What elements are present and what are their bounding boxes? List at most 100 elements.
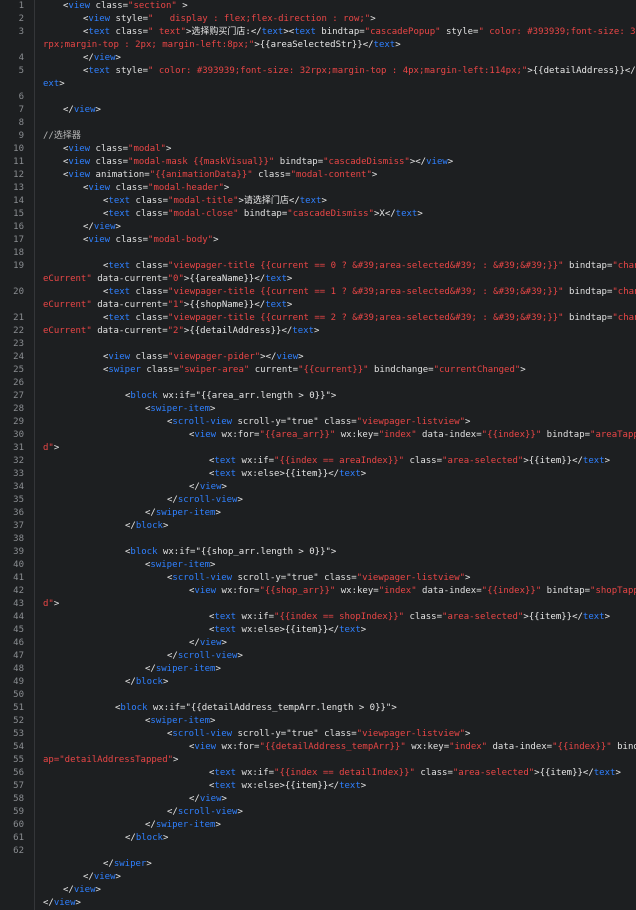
code-line[interactable]: <text style=" color: #393939;font-size: … bbox=[35, 65, 636, 78]
code-line[interactable]: <scroll-view scroll-y="true" class="view… bbox=[35, 572, 636, 585]
code-token: data-index= bbox=[416, 586, 482, 596]
code-line[interactable]: <swiper class="swiper-area" current="{{c… bbox=[35, 364, 636, 377]
code-token: "area-selected" bbox=[442, 456, 524, 466]
code-token: class= bbox=[414, 768, 453, 778]
code-token: "viewpager-pider" bbox=[168, 352, 261, 362]
code-token: >{{item}}</ bbox=[279, 469, 340, 479]
code-line[interactable]: <text wx:else>{{item}}</text> bbox=[35, 624, 636, 637]
code-line[interactable]: </view> bbox=[35, 637, 636, 650]
code-line[interactable]: eCurrent" data-current="0">{{areaName}}<… bbox=[35, 273, 636, 286]
code-line[interactable]: <text wx:if="{{index == shopIndex}}" cla… bbox=[35, 611, 636, 624]
code-line[interactable]: </scroll-view> bbox=[35, 494, 636, 507]
code-line[interactable]: </view> bbox=[35, 884, 636, 897]
code-line[interactable]: <text class="viewpager-title {{current =… bbox=[35, 260, 636, 273]
code-token: text bbox=[108, 287, 131, 297]
code-line[interactable] bbox=[35, 247, 636, 260]
code-line[interactable]: <view class="modal-body"> bbox=[35, 234, 636, 247]
code-line[interactable] bbox=[35, 689, 636, 702]
code-editor[interactable]: 1 2 3 4 5 6 7 8 9 10 11 12 13 14 15 16 17 18 19 20 21 22 23 24 2… bbox=[0, 0, 636, 910]
code-line[interactable]: d"> bbox=[35, 598, 636, 611]
code-line[interactable]: </view> bbox=[35, 871, 636, 884]
code-line[interactable] bbox=[35, 377, 636, 390]
code-token: > bbox=[162, 521, 169, 531]
code-line[interactable]: rpx;margin-top : 2px; margin-left:8px;">… bbox=[35, 39, 636, 52]
code-line[interactable]: </swiper> bbox=[35, 858, 636, 871]
code-line[interactable]: //选择器 bbox=[35, 130, 636, 143]
code-token: wx:if= bbox=[236, 456, 275, 466]
code-line[interactable]: <scroll-view scroll-y="true" class="view… bbox=[35, 728, 636, 741]
code-line[interactable]: <text wx:if="{{index == detailIndex}}" c… bbox=[35, 767, 636, 780]
code-token: current= bbox=[249, 365, 299, 375]
code-line[interactable]: d"> bbox=[35, 442, 636, 455]
code-line[interactable]: <view class="viewpager-pider"></view> bbox=[35, 351, 636, 364]
code-line[interactable]: </scroll-view> bbox=[35, 806, 636, 819]
code-line[interactable]: <text class=" text">选择购买门店:</text><text … bbox=[35, 26, 636, 39]
code-line[interactable]: <text wx:if="{{index == areaIndex}}" cla… bbox=[35, 455, 636, 468]
code-line[interactable]: ext> bbox=[35, 78, 636, 91]
code-line[interactable]: <block wx:if="{{detailAddress_tempArr.le… bbox=[35, 702, 636, 715]
code-line[interactable]: </swiper-item> bbox=[35, 507, 636, 520]
code-line[interactable]: <text class="viewpager-title {{current =… bbox=[35, 312, 636, 325]
code-line[interactable]: <text wx:else>{{item}}</text> bbox=[35, 468, 636, 481]
code-token: block bbox=[135, 521, 163, 531]
code-line[interactable] bbox=[35, 117, 636, 130]
code-line[interactable]: </block> bbox=[35, 520, 636, 533]
code-line[interactable]: </view> bbox=[35, 221, 636, 234]
code-line[interactable] bbox=[35, 338, 636, 351]
code-line[interactable]: <text wx:else>{{item}}</text> bbox=[35, 780, 636, 793]
code-line[interactable]: eCurrent" data-current="2">{{detailAddre… bbox=[35, 325, 636, 338]
code-line[interactable]: <view animation="{{animationData}}" clas… bbox=[35, 169, 636, 182]
code-line[interactable]: <view style=" display : flex;flex-direct… bbox=[35, 13, 636, 26]
code-line[interactable] bbox=[35, 91, 636, 104]
code-line-text: ext> bbox=[43, 78, 65, 91]
code-line[interactable]: </scroll-view> bbox=[35, 650, 636, 663]
code-line[interactable]: </view> bbox=[35, 897, 636, 910]
code-line[interactable]: </view> bbox=[35, 793, 636, 806]
code-line[interactable]: </view> bbox=[35, 104, 636, 117]
code-line[interactable]: <text class="viewpager-title {{current =… bbox=[35, 286, 636, 299]
code-line[interactable]: <view wx:for="{{detailAddress_tempArr}}"… bbox=[35, 741, 636, 754]
code-line[interactable]: <view class="modal"> bbox=[35, 143, 636, 156]
code-token: > bbox=[221, 794, 227, 804]
code-line[interactable]: ap="detailAddressTapped"> bbox=[35, 754, 636, 767]
code-line[interactable]: </view> bbox=[35, 52, 636, 65]
code-line[interactable]: <view wx:for="{{area_arr}}" wx:key="inde… bbox=[35, 429, 636, 442]
line-number: 27 bbox=[13, 391, 24, 401]
code-line[interactable]: <block wx:if="{{area_arr.length > 0}}"> bbox=[35, 390, 636, 403]
code-line[interactable] bbox=[35, 845, 636, 858]
code-token: > bbox=[162, 833, 169, 843]
code-line[interactable]: <view class="section" > bbox=[35, 0, 636, 13]
code-line[interactable]: </swiper-item> bbox=[35, 819, 636, 832]
code-line[interactable]: </swiper-item> bbox=[35, 663, 636, 676]
code-line[interactable]: <view class="modal-mask {{maskVisual}}" … bbox=[35, 156, 636, 169]
code-line[interactable]: <text class="modal-close" bindtap="casca… bbox=[35, 208, 636, 221]
code-token: > bbox=[215, 664, 221, 674]
code-line[interactable]: <swiper-item> bbox=[35, 715, 636, 728]
code-line[interactable]: <view wx:for="{{shop_arr}}" wx:key="inde… bbox=[35, 585, 636, 598]
code-token: </ bbox=[125, 521, 136, 531]
code-line[interactable]: </block> bbox=[35, 832, 636, 845]
code-line-text: </view> bbox=[189, 793, 227, 806]
code-line[interactable]: </view> bbox=[35, 481, 636, 494]
code-line[interactable]: <swiper-item> bbox=[35, 559, 636, 572]
code-line[interactable]: eCurrent" data-current="1">{{shopName}}<… bbox=[35, 299, 636, 312]
code-token: class= bbox=[318, 573, 357, 583]
code-line[interactable]: <block wx:if="{{shop_arr.length > 0}}"> bbox=[35, 546, 636, 559]
line-number: 25 bbox=[13, 365, 24, 375]
code-line[interactable]: <scroll-view scroll-y="true" class="view… bbox=[35, 416, 636, 429]
code-line[interactable]: <text class="modal-title">请选择门店</text> bbox=[35, 195, 636, 208]
code-line[interactable]: </block> bbox=[35, 676, 636, 689]
code-token: </ bbox=[167, 807, 178, 817]
code-area[interactable]: <view class="section" > <view style=" dis… bbox=[35, 0, 636, 910]
code-line[interactable]: <swiper-item> bbox=[35, 403, 636, 416]
code-line[interactable]: <view class="modal-header"> bbox=[35, 182, 636, 195]
code-token: bindt bbox=[617, 742, 636, 752]
code-line[interactable] bbox=[35, 533, 636, 546]
line-number: 11 bbox=[13, 157, 24, 167]
code-token: block bbox=[130, 547, 158, 557]
line-number: 17 bbox=[13, 235, 24, 245]
line-number: 35 bbox=[13, 495, 24, 505]
code-token: wx:key= bbox=[405, 742, 450, 752]
code-line-text: <text class="viewpager-title {{current =… bbox=[103, 260, 636, 273]
line-number: 45 bbox=[13, 625, 24, 635]
